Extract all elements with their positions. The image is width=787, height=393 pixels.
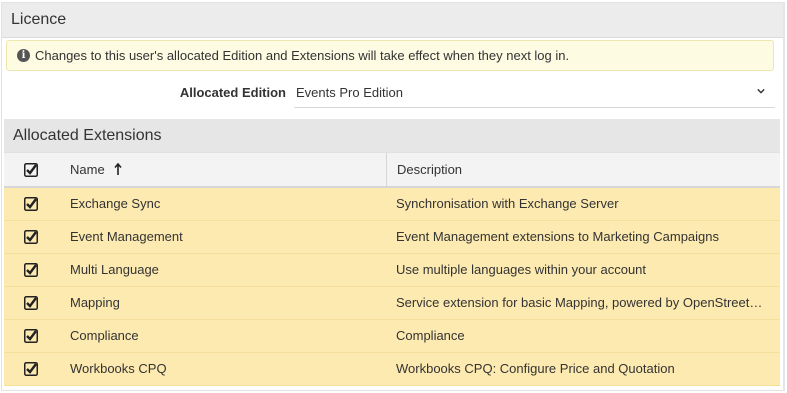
chevron-down-icon [757, 88, 765, 94]
sort-ascending-icon [114, 163, 122, 175]
licence-notice: i Changes to this user's allocated Editi… [6, 40, 774, 71]
allocated-edition-value: Events Pro Edition [296, 85, 403, 100]
notice-text: Changes to this user's allocated Edition… [35, 48, 570, 63]
extension-description: Service extension for basic Mapping, pow… [396, 295, 775, 310]
checkbox-checked-icon [24, 296, 38, 310]
extension-name: Mapping [70, 295, 120, 310]
checkbox-checked-icon [24, 329, 38, 343]
checkbox-checked-icon [24, 163, 38, 177]
column-header-name-label: Name [70, 162, 105, 177]
row-checkbox[interactable] [4, 287, 60, 319]
checkbox-checked-icon [24, 197, 38, 211]
row-checkbox[interactable] [4, 221, 60, 253]
checkbox-checked-icon [24, 362, 38, 376]
extension-name: Multi Language [70, 262, 159, 277]
extension-name: Exchange Sync [70, 196, 161, 211]
extension-description: Compliance [396, 328, 465, 343]
table-row[interactable]: Mapping Service extension for basic Mappi… [4, 287, 780, 320]
allocated-edition-select[interactable]: Events Pro Edition [294, 78, 775, 108]
column-header-name[interactable]: Name [60, 153, 396, 186]
row-checkbox[interactable] [4, 188, 60, 220]
grid-body: Exchange Sync Synchronisation with Exchan… [4, 188, 780, 386]
info-circle-icon: i [17, 49, 30, 62]
table-row[interactable]: Compliance Compliance [4, 320, 780, 353]
allocated-edition-row: Allocated Edition Events Pro Edition [0, 78, 780, 110]
column-header-description[interactable]: Description [386, 153, 780, 186]
extension-description: Workbooks CPQ: Configure Price and Quota… [396, 361, 675, 376]
row-checkbox[interactable] [4, 254, 60, 286]
extension-description: Synchronisation with Exchange Server [396, 196, 619, 211]
extension-description: Event Management extensions to Marketing… [396, 229, 720, 244]
checkbox-checked-icon [24, 230, 38, 244]
extension-name: Workbooks CPQ [70, 361, 167, 376]
select-all-checkbox[interactable] [4, 153, 60, 186]
grid-header-row: Name Description [4, 152, 780, 188]
table-row[interactable]: Workbooks CPQ Workbooks CPQ: Configure Pr… [4, 353, 780, 386]
row-checkbox[interactable] [4, 320, 60, 352]
row-checkbox[interactable] [4, 353, 60, 385]
allocated-edition-label: Allocated Edition [179, 85, 286, 100]
extensions-grid: Name Description Exchange Sync Synchronis… [4, 152, 780, 386]
table-row[interactable]: Exchange Sync Synchronisation with Exchan… [4, 188, 780, 221]
licence-title: Licence [2, 3, 783, 38]
allocated-extensions-title: Allocated Extensions [4, 119, 780, 152]
checkbox-checked-icon [24, 263, 38, 277]
extension-name: Compliance [70, 328, 139, 343]
table-row[interactable]: Multi Language Use multiple languages wit… [4, 254, 780, 287]
extension-description: Use multiple languages within your accou… [396, 262, 647, 277]
table-row[interactable]: Event Management Event Management extensi… [4, 221, 780, 254]
extension-name: Event Management [70, 229, 183, 244]
